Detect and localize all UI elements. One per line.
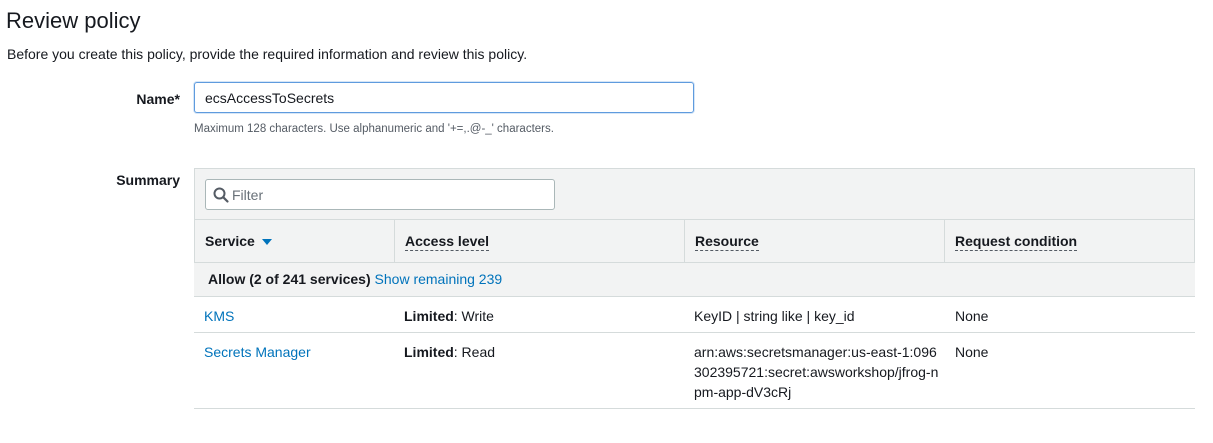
search-icon — [213, 187, 229, 203]
sort-descending-icon[interactable] — [261, 239, 272, 246]
allow-group-label: Allow (2 of 241 services) — [208, 271, 371, 287]
access-level-prefix: Limited — [404, 308, 454, 324]
column-header-request-condition[interactable]: Request condition — [945, 220, 1194, 263]
column-header-service-label: Service — [205, 233, 255, 249]
name-label: Name* — [136, 91, 180, 107]
allow-group-row: Allow (2 of 241 services) Show remaining… — [194, 263, 1195, 297]
show-remaining-link[interactable]: Show remaining 239 — [375, 271, 503, 287]
condition-cell: None — [955, 308, 989, 324]
condition-cell: None — [955, 344, 989, 360]
column-header-resource-label: Resource — [695, 233, 759, 251]
service-link-kms[interactable]: KMS — [204, 306, 234, 326]
policy-name-input[interactable] — [194, 82, 694, 113]
page-description: Before you create this policy, provide t… — [7, 46, 528, 62]
table-row: Secrets Manager Limited: Read arn:aws:se… — [194, 333, 1195, 409]
filter-input[interactable] — [232, 184, 542, 206]
access-level-value: : Write — [453, 308, 494, 324]
name-hint: Maximum 128 characters. Use alphanumeric… — [194, 123, 554, 135]
column-header-service[interactable]: Service — [195, 220, 395, 263]
column-header-access-level-label: Access level — [405, 233, 490, 251]
access-level-prefix: Limited — [404, 344, 454, 360]
filter-box[interactable] — [205, 179, 555, 210]
table-header-row: Service Access level Resource Request co… — [195, 219, 1194, 263]
service-link-secrets-manager[interactable]: Secrets Manager — [204, 342, 311, 362]
column-header-request-condition-label: Request condition — [955, 233, 1078, 251]
column-header-resource[interactable]: Resource — [685, 220, 945, 263]
summary-table-header: Service Access level Resource Request co… — [194, 168, 1195, 263]
access-level-cell: Limited: Write — [404, 306, 494, 326]
access-level-cell: Limited: Read — [404, 342, 495, 362]
resource-cell: arn:aws:secretsmanager:us-east-1:0963023… — [694, 344, 939, 400]
summary-label: Summary — [116, 172, 180, 188]
column-header-access-level[interactable]: Access level — [395, 220, 685, 263]
table-row: KMS Limited: Write KeyID | string like |… — [194, 297, 1195, 333]
resource-cell: KeyID | string like | key_id — [694, 308, 855, 324]
access-level-value: : Read — [453, 344, 496, 360]
page-title: Review policy — [6, 8, 141, 33]
